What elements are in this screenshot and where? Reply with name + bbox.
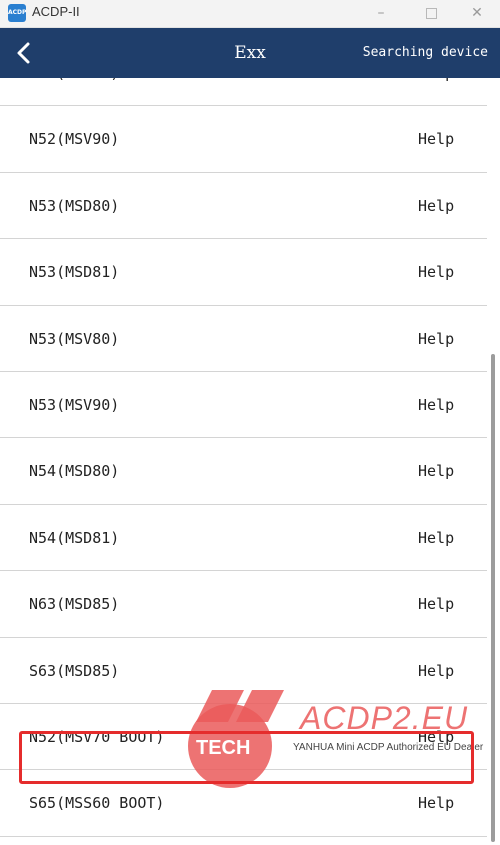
scrollbar[interactable]: [487, 78, 500, 845]
list-item[interactable]: N53(MSD80) Help: [0, 172, 487, 240]
list-item[interactable]: N52(MSV80) Help: [0, 78, 487, 107]
maximize-button[interactable]: [408, 0, 454, 27]
help-button[interactable]: Help: [418, 505, 454, 571]
scrollbar-thumb[interactable]: [491, 354, 495, 842]
list-item-label: N54(MSD81): [29, 528, 120, 547]
list-item[interactable]: N53(MSV80) Help: [0, 305, 487, 372]
list-item-label: N53(MSV90): [29, 395, 120, 414]
list-item-label: N54(MSD80): [29, 462, 120, 481]
app-icon: ACDP: [8, 4, 26, 22]
help-button[interactable]: Help: [418, 306, 454, 372]
help-button[interactable]: Help: [418, 106, 454, 172]
help-button[interactable]: Help: [418, 638, 454, 704]
list-item-label: N53(MSV80): [29, 329, 120, 348]
list-item-label: N52(MSV90): [29, 130, 120, 149]
chevron-left-icon: [17, 42, 30, 64]
minimize-button[interactable]: –: [358, 0, 404, 27]
list-item[interactable]: N54(MSD81) Help: [0, 504, 487, 572]
app-header: Exx Searching device: [0, 28, 500, 78]
device-status: Searching device: [362, 45, 488, 60]
help-button[interactable]: Help: [418, 173, 454, 239]
list-item-label: N63(MSD85): [29, 595, 120, 614]
help-button[interactable]: Help: [418, 438, 454, 504]
help-button[interactable]: Help: [418, 571, 454, 637]
list-item[interactable]: N52(MSV90) Help: [0, 106, 487, 173]
close-button[interactable]: ✕: [454, 0, 500, 27]
help-button[interactable]: Help: [418, 372, 454, 438]
list-item[interactable]: S63(MSD85) Help: [0, 637, 487, 704]
window-title: ACDP-II: [32, 4, 80, 19]
back-button[interactable]: [8, 37, 40, 69]
list-item[interactable]: N53(MSV90) Help: [0, 371, 487, 439]
help-button[interactable]: Help: [418, 78, 454, 106]
list-item[interactable]: N63(MSD85) Help: [0, 571, 487, 638]
list-item[interactable]: N54(MSD80) Help: [0, 438, 487, 505]
highlight-box: [19, 731, 474, 784]
window-titlebar: ACDP ACDP-II – ✕: [0, 0, 500, 28]
list-item[interactable]: N53(MSD81) Help: [0, 239, 487, 306]
list-item-label: S63(MSD85): [29, 661, 120, 680]
list-item-label: N53(MSD80): [29, 196, 120, 215]
list-item-label: N53(MSD81): [29, 263, 120, 282]
help-button[interactable]: Help: [418, 239, 454, 305]
list-item-label: N52(MSV80): [29, 78, 119, 106]
maximize-icon: [425, 7, 437, 19]
